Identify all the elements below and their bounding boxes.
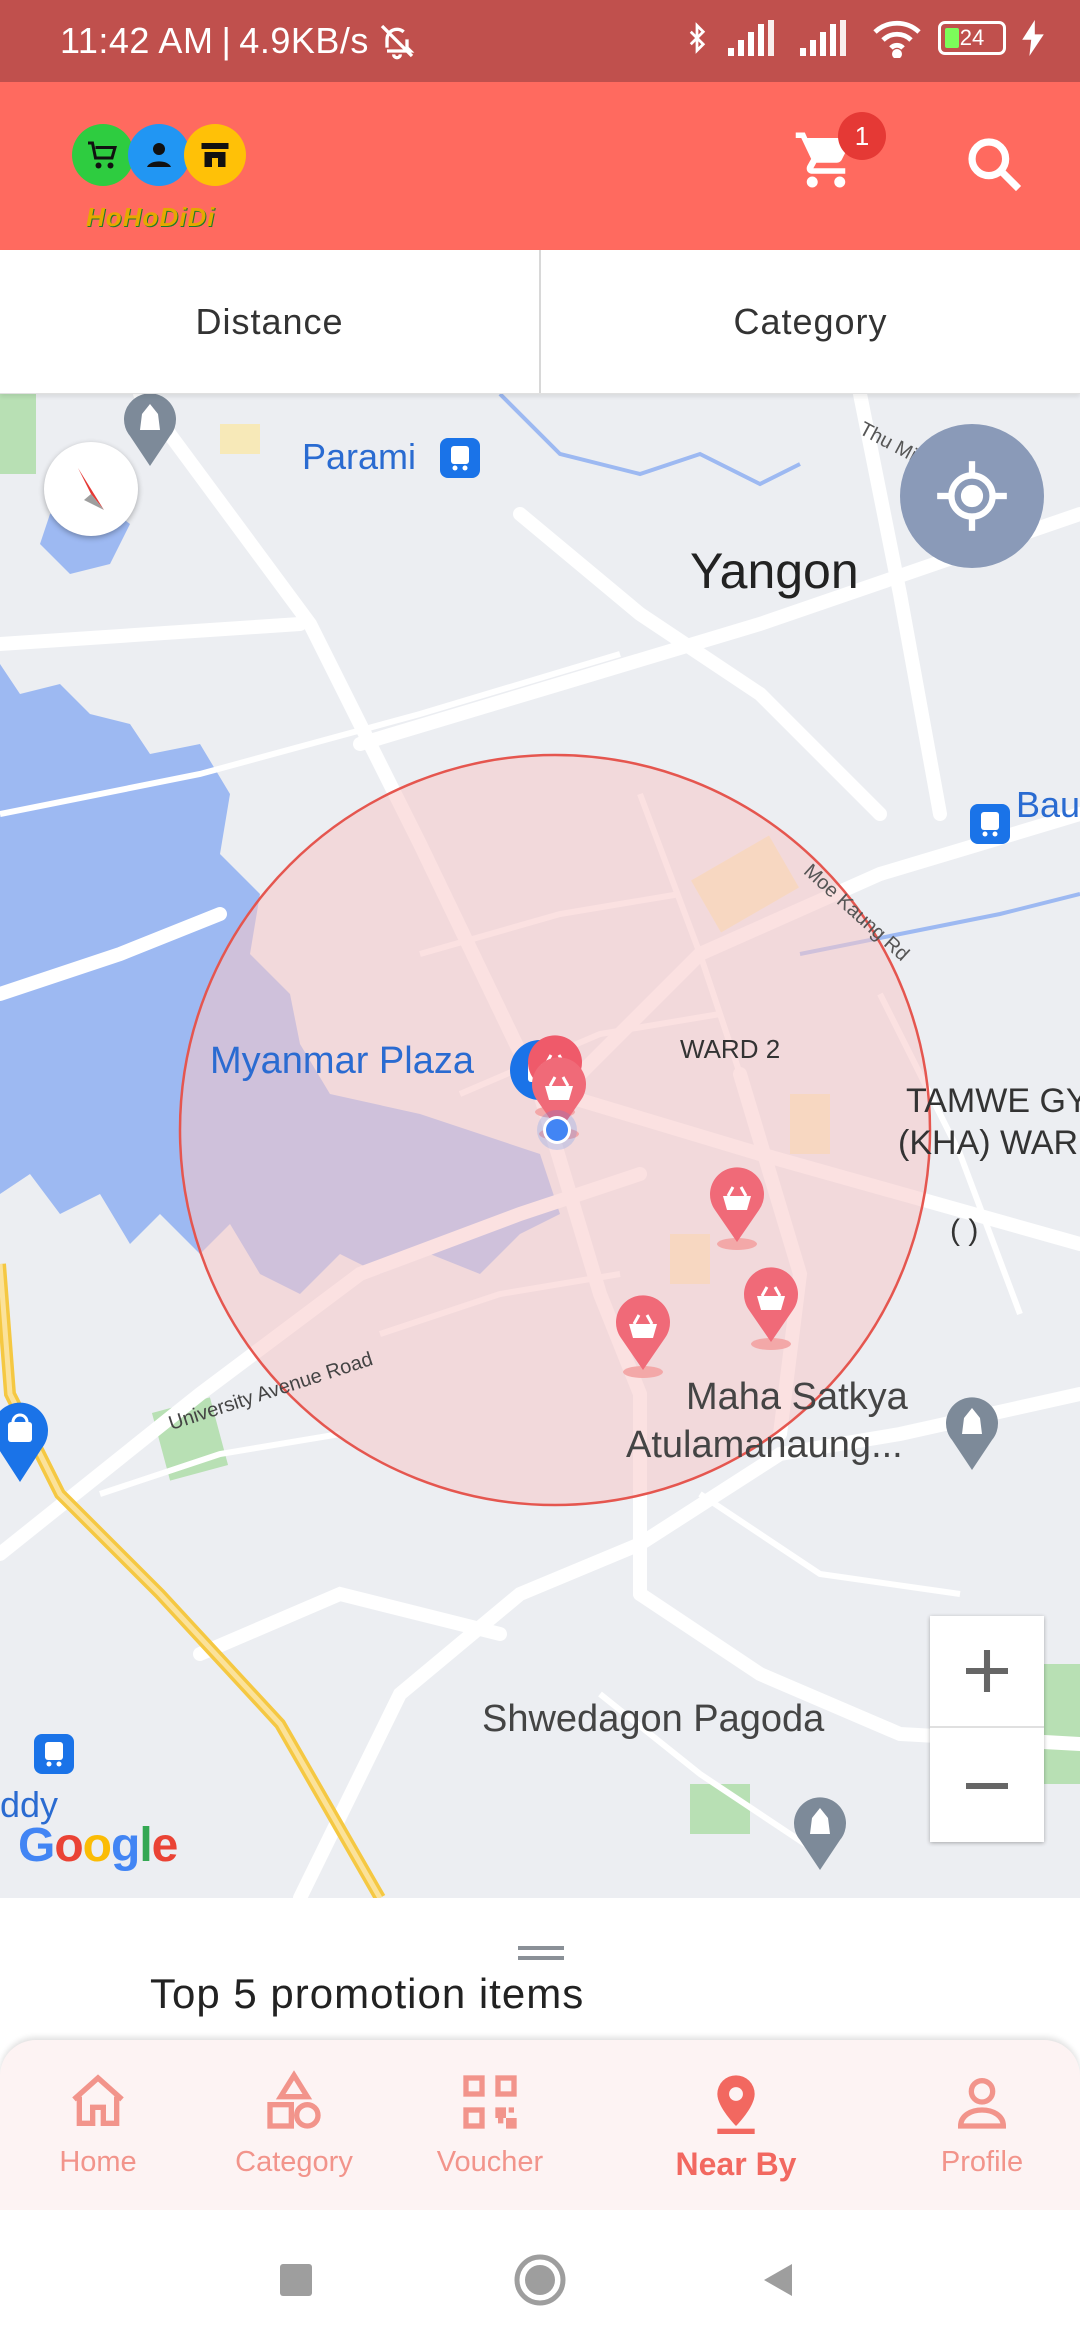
cart-badge: 1 (838, 112, 886, 160)
promotion-title: Top 5 promotion items (150, 1970, 585, 2017)
battery-indicator: 24 (938, 21, 1006, 55)
bluetooth-icon (689, 22, 706, 54)
shopping-bag-pin-icon (0, 1402, 48, 1482)
square-icon (280, 2264, 312, 2296)
tab-category[interactable]: Category (539, 250, 1080, 393)
location-pin-icon (717, 2075, 755, 2134)
back-triangle-icon (764, 2264, 792, 2296)
circle-icon (514, 2254, 566, 2306)
map-label-ward2: WARD 2 (680, 1034, 781, 1064)
map-view[interactable]: Parami Yangon Thu Mingalar Rd Bau Moe Ka… (0, 394, 1080, 1898)
nav-near-by-label: Near By (675, 2146, 797, 2182)
recent-apps-button[interactable] (266, 2250, 326, 2310)
temple-pin-icon-2 (946, 1397, 998, 1470)
plus-icon (966, 1650, 1008, 1692)
map-label-bau: Bau (1016, 784, 1080, 825)
transit-station-icon (440, 438, 480, 478)
nav-voucher-label: Voucher (436, 2146, 544, 2178)
shop-marker-icon[interactable] (608, 1294, 678, 1378)
status-bar: 11:42 AM | 4.9KB/s 24 (0, 0, 1080, 82)
transit-station-icon-2 (970, 804, 1010, 844)
nav-home-label: Home (59, 2146, 137, 2178)
zoom-out-button[interactable] (930, 1730, 1044, 1842)
app-logo[interactable] (72, 124, 252, 214)
bottom-navigation: Home Category Voucher Near By Profile (0, 2040, 1080, 2210)
map-label-tamwe-1: TAMWE GY (906, 1082, 1080, 1120)
status-right: 24 (682, 18, 1044, 58)
crosshair-icon (937, 461, 1007, 531)
home-system-button[interactable] (510, 2250, 570, 2310)
transit-station-icon-3 (34, 1734, 74, 1774)
shop-marker-icon[interactable] (702, 1166, 772, 1250)
tab-distance[interactable]: Distance (0, 250, 539, 393)
app-bar: HoHoDiDi (0, 82, 1080, 250)
map-label-shwedagon: Shwedagon Pagoda (482, 1698, 825, 1740)
google-logo: Google (18, 1819, 178, 1872)
person-pin-icon (128, 124, 190, 186)
shop-marker-icon[interactable] (736, 1266, 806, 1350)
logo-text: HoHoDiDi (86, 202, 216, 232)
nav-voucher[interactable]: Voucher (400, 2070, 580, 2190)
system-navigation-bar (0, 2210, 1080, 2340)
map-label-yangon: Yangon (690, 543, 859, 599)
map-label-maha-1: Maha Satkya (686, 1376, 908, 1418)
zoom-controls (930, 1616, 1044, 1842)
my-location-button[interactable] (900, 424, 1044, 568)
category-icon (267, 2070, 321, 2129)
map-label-tamwe-2: (KHA) WAR (898, 1124, 1079, 1162)
map-label-parami: Parami (302, 436, 417, 477)
nav-home[interactable]: Home (8, 2070, 188, 2190)
status-time: 11:42 AM (60, 20, 214, 61)
signal-icon-2 (800, 20, 846, 56)
zoom-in-button[interactable] (930, 1616, 1044, 1728)
search-button[interactable] (954, 124, 1034, 204)
temple-pin-icon-3 (794, 1797, 846, 1870)
profile-icon (957, 2078, 1007, 2129)
nav-near-by[interactable]: Near By (646, 2070, 826, 2190)
nav-category-label: Category (235, 2146, 353, 2178)
map-label-myanmar-plaza: Myanmar Plaza (210, 1040, 474, 1082)
drag-handle[interactable] (518, 1946, 564, 1960)
home-icon (72, 2074, 124, 2126)
wifi-icon (873, 20, 921, 58)
status-net-speed: 4.9KB/s (239, 20, 369, 61)
back-button[interactable] (748, 2250, 808, 2310)
charging-icon (1022, 20, 1044, 56)
compass-icon (78, 468, 104, 510)
minus-icon (966, 1782, 1008, 1790)
filter-tabs: Distance Category (0, 250, 1080, 394)
current-location-dot (537, 1110, 577, 1150)
compass-button[interactable] (44, 442, 138, 536)
map-label-maha-2: Atulamanaung... (626, 1424, 903, 1466)
store-icon (184, 124, 246, 186)
shopping-cart-icon (72, 124, 134, 186)
nav-profile[interactable]: Profile (892, 2070, 1072, 2190)
bell-muted-icon (380, 24, 415, 60)
map-label-parens: ( ) (950, 1214, 979, 1247)
status-left: 11:42 AM | 4.9KB/s (60, 20, 417, 62)
search-icon (968, 138, 1022, 192)
qr-code-icon (463, 2075, 517, 2129)
nav-category[interactable]: Category (204, 2070, 384, 2190)
battery-level: 24 (959, 25, 985, 50)
signal-icon (728, 20, 774, 56)
nav-profile-label: Profile (940, 2146, 1024, 2178)
promotion-sheet[interactable]: Top 5 promotion items (0, 1898, 1080, 2048)
